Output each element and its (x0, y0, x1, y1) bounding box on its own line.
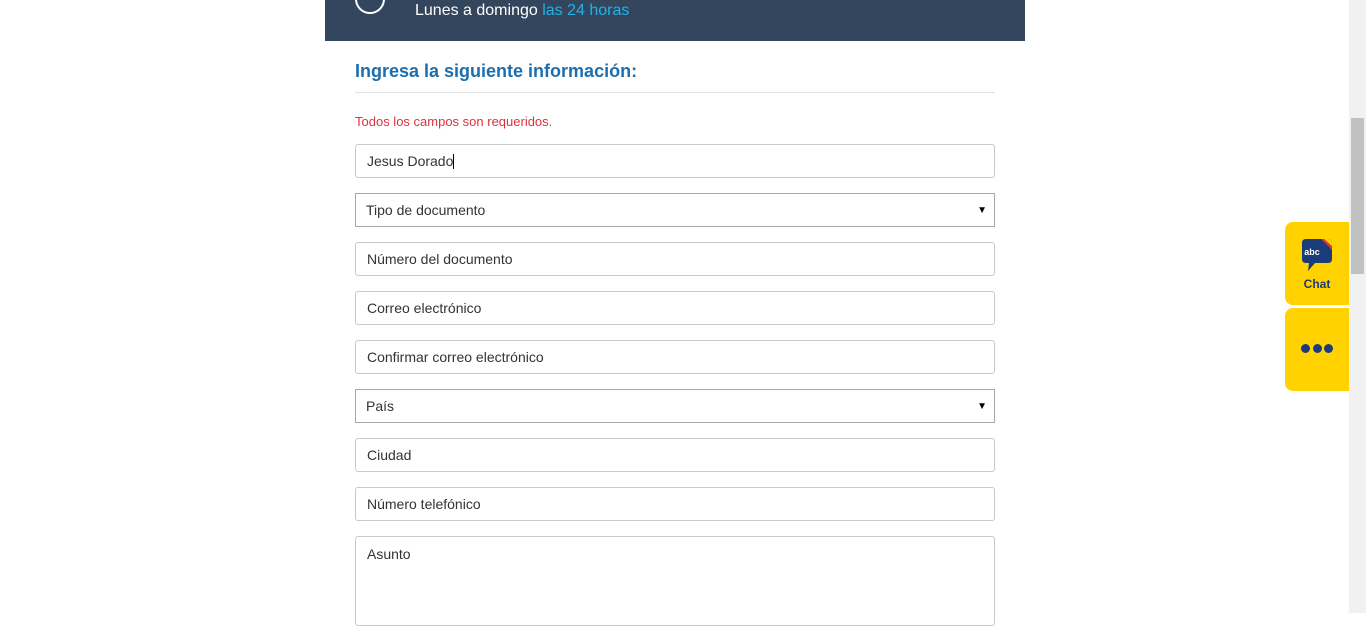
form-title: Ingresa la siguiente información: (355, 61, 638, 81)
document-type-value: Tipo de documento (366, 202, 486, 218)
hours-text: Lunes a domingo las 24 horas (415, 2, 629, 20)
document-number-field[interactable] (355, 242, 995, 276)
email-field[interactable] (355, 291, 995, 325)
city-field[interactable] (355, 438, 995, 472)
scrollbar-thumb[interactable] (1351, 118, 1364, 274)
phone-input[interactable] (367, 488, 983, 520)
confirm-email-input[interactable] (367, 341, 983, 373)
chat-widget-button[interactable]: abc Chat (1285, 222, 1349, 305)
subject-placeholder: Asunto (367, 546, 411, 562)
required-note: Todos los campos son requeridos. (355, 114, 553, 129)
confirm-email-field[interactable] (355, 340, 995, 374)
more-dots-icon (1301, 344, 1333, 354)
phone-field[interactable] (355, 487, 995, 521)
country-value: País (366, 398, 395, 414)
dropdown-arrow-icon: ▼ (977, 400, 987, 412)
name-field[interactable]: Jesus Dorado (355, 144, 995, 178)
more-options-button[interactable] (1285, 308, 1349, 391)
hours-days: Lunes a domingo (415, 2, 538, 19)
text-cursor (453, 153, 455, 169)
chat-bubble-icon: abc (1302, 239, 1332, 271)
city-input[interactable] (367, 439, 983, 471)
dropdown-arrow-icon: ▼ (977, 204, 987, 216)
name-value: Jesus Dorado (367, 153, 454, 169)
chat-icon-text: abc (1304, 247, 1320, 257)
document-type-select[interactable]: Tipo de documento ▼ (355, 193, 995, 227)
country-select[interactable]: País ▼ (355, 389, 995, 423)
document-number-input[interactable] (367, 243, 983, 275)
hours-range: las 24 horas (542, 2, 630, 19)
email-input[interactable] (367, 292, 983, 324)
chat-label: Chat (1303, 277, 1331, 291)
scrollbar-track[interactable] (1349, 0, 1366, 613)
title-divider (355, 92, 995, 93)
